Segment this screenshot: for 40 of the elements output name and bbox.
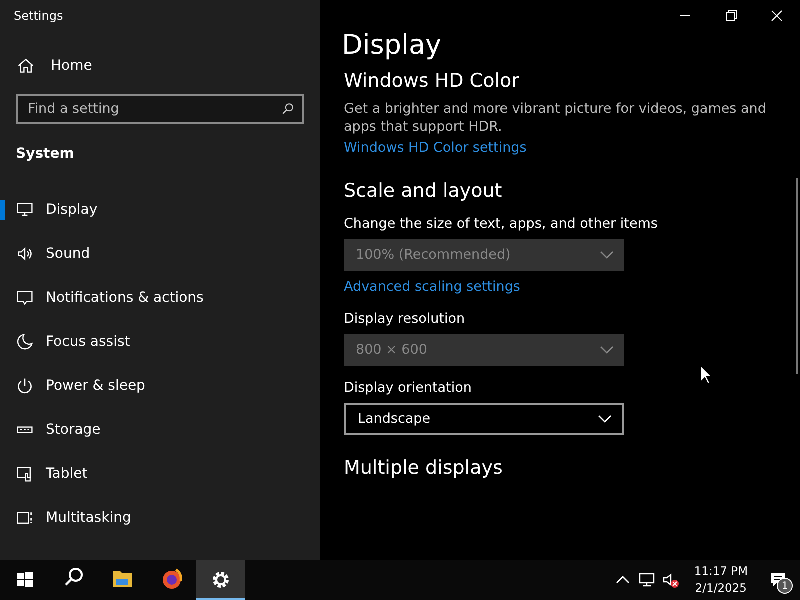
nav-icon <box>16 201 34 219</box>
mouse-cursor-icon <box>700 365 713 385</box>
nav-item[interactable]: Multitasking <box>0 496 320 540</box>
nav-icon <box>16 465 34 483</box>
nav-item[interactable]: Focus assist <box>0 320 320 364</box>
section-heading: System <box>16 146 76 162</box>
scrollbar[interactable] <box>796 178 798 374</box>
network-icon[interactable] <box>638 571 656 589</box>
settings-link[interactable]: Advanced scaling settings <box>344 279 520 295</box>
nav-item[interactable]: Tablet <box>0 452 320 496</box>
section-heading: Multiple displays <box>344 457 504 479</box>
clock[interactable]: 11:17 PM 2/1/2025 <box>686 563 756 597</box>
nav-item[interactable]: Notifications & actions <box>0 276 320 320</box>
taskbar-button[interactable] <box>196 560 245 600</box>
field-label: Display orientation <box>344 380 473 396</box>
search-icon <box>281 102 295 116</box>
page-title: Display <box>342 30 443 63</box>
home-link[interactable]: Home <box>17 57 92 75</box>
field-label: Display resolution <box>344 311 466 327</box>
settings-link[interactable]: Windows HD Color settings <box>344 140 527 156</box>
description-text: Get a brighter and more vibrant picture for videos, games and apps that support HDR. <box>344 100 768 136</box>
nav-item[interactable]: Storage <box>0 408 320 452</box>
field-label: Change the size of text, apps, and other items <box>344 216 659 232</box>
notification-badge: 1 <box>777 578 793 594</box>
dropdown[interactable]: Landscape <box>344 403 624 435</box>
speaker-muted-icon[interactable] <box>662 571 680 589</box>
section-heading: Scale and layout <box>344 180 504 202</box>
nav-item[interactable]: Display <box>0 188 320 232</box>
nav-icon <box>16 509 34 527</box>
nav-icon <box>16 333 34 351</box>
nav-item[interactable]: Power & sleep <box>0 364 320 408</box>
nav-icon <box>16 289 34 307</box>
search-field[interactable]: Find a setting <box>16 94 304 124</box>
notification-button[interactable]: 1 <box>762 560 794 600</box>
nav-icon <box>16 245 34 263</box>
section-heading: Windows HD Color <box>344 70 520 92</box>
home-icon <box>17 57 35 75</box>
nav-item[interactable]: Sound <box>0 232 320 276</box>
nav-icon <box>16 377 34 395</box>
window-title: Settings <box>13 8 64 25</box>
